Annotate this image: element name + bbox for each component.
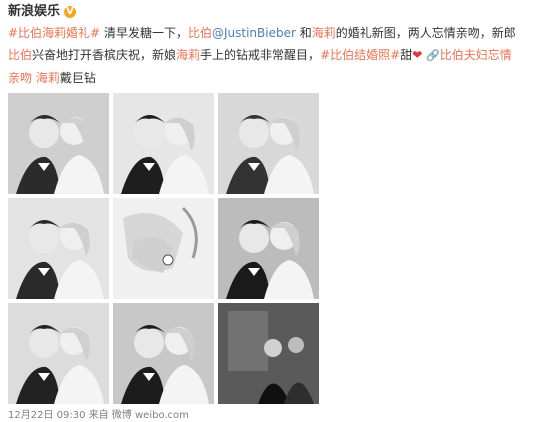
verified-badge-icon: V <box>64 6 77 18</box>
author-row: 新浪娱乐 V <box>8 4 77 20</box>
hashtag-link[interactable]: 海莉 <box>36 71 60 85</box>
photo-couple-portrait[interactable] <box>218 93 319 194</box>
post-text-segment: 和 <box>295 26 312 40</box>
hashtag-link[interactable]: 比伯夫妇忘情 <box>440 48 512 62</box>
hashtag-link[interactable]: #比伯结婚照# <box>320 48 400 62</box>
photo-couple-kiss-1[interactable] <box>8 93 109 194</box>
post-text: #比伯海莉婚礼# 清早发糖一下，比伯@JustinBieber 和海莉的婚礼新图… <box>8 22 546 89</box>
heart-icon: ❤ <box>412 48 423 62</box>
photo-couple-pose[interactable] <box>8 198 109 299</box>
weibo-post: 新浪娱乐 V #比伯海莉婚礼# 清早发糖一下，比伯@JustinBieber 和… <box>0 0 550 422</box>
photo-ring-closeup[interactable] <box>113 198 214 299</box>
hashtag-link[interactable]: 亲吻 <box>8 71 32 85</box>
hashtag-link[interactable]: 海莉 <box>312 26 336 40</box>
photo-groom-champagne[interactable] <box>218 198 319 299</box>
hashtag-link[interactable]: 海莉 <box>176 48 200 62</box>
post-text-segment: 甜 <box>400 48 413 62</box>
post-text-segment: 手上的钻戒非常醒目， <box>200 48 321 62</box>
post-text-segment: 戴巨钻 <box>59 71 96 85</box>
mention-link[interactable]: @JustinBieber <box>212 26 296 40</box>
post-text-segment: 清早发糖一下， <box>100 26 188 40</box>
photo-group-friends[interactable] <box>113 303 214 404</box>
post-text-segment: 的婚礼新图，两人忘情亲吻，新郎 <box>335 26 516 40</box>
photo-party-dark[interactable] <box>218 303 319 404</box>
photo-grid <box>8 93 319 404</box>
hashtag-link[interactable]: 比伯 <box>188 26 212 40</box>
photo-couple-kiss-2[interactable] <box>113 93 214 194</box>
link-icon: 🔗 <box>426 49 440 62</box>
photo-groom-friend[interactable] <box>8 303 109 404</box>
hashtag-link[interactable]: 比伯 <box>8 48 32 62</box>
author-name[interactable]: 新浪娱乐 <box>8 4 60 20</box>
post-text-segment: 兴奋地打开香槟庆祝，新娘 <box>32 48 177 62</box>
post-meta: 12月22日 09:30 来自 微博 weibo.com <box>8 410 189 421</box>
hashtag-link[interactable]: #比伯海莉婚礼# <box>8 26 100 40</box>
